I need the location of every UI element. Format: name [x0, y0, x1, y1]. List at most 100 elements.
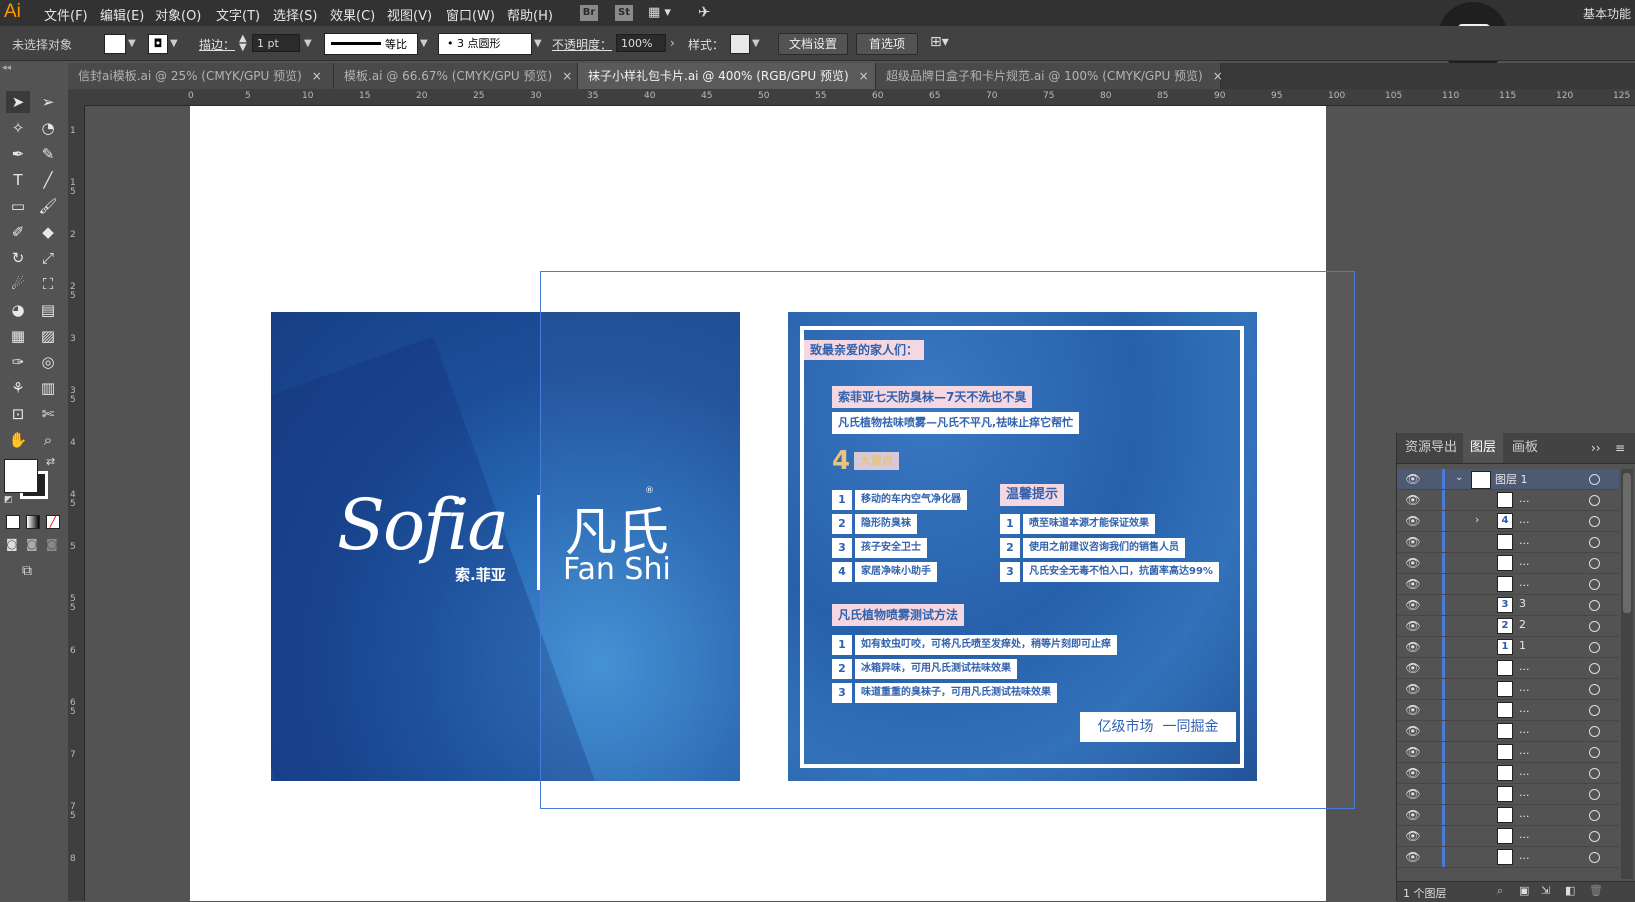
tab-socks-card[interactable]: 袜子小样礼包卡片.ai @ 400% (RGB/GPU 预览) × — [578, 63, 876, 89]
perspective-grid-tool-icon[interactable]: ▤ — [36, 299, 60, 321]
draw-inside-icon[interactable]: ◙ — [46, 537, 58, 551]
target-circle-icon[interactable] — [1589, 579, 1600, 590]
chevron-double-right-icon[interactable]: ›› — [1591, 441, 1601, 455]
eye-icon[interactable]: 👁 — [1405, 577, 1421, 591]
target-circle-icon[interactable] — [1589, 558, 1600, 569]
color-mode-icon[interactable] — [6, 515, 20, 529]
sublayer-name[interactable]: ... — [1519, 681, 1530, 694]
target-circle-icon[interactable] — [1589, 768, 1600, 779]
eye-icon[interactable]: 👁 — [1405, 745, 1421, 759]
gpu-performance-icon[interactable]: ✈ — [698, 3, 711, 21]
fill-color-box[interactable] — [4, 459, 38, 493]
layer-row-top[interactable]: 👁 ⌄ 图层 1 — [1397, 469, 1619, 490]
menu-view[interactable]: 视图(V) — [387, 5, 432, 24]
menu-file[interactable]: 文件(F) — [44, 5, 88, 24]
target-circle-icon[interactable] — [1589, 705, 1600, 716]
sublayer-name[interactable]: ... — [1519, 534, 1530, 547]
target-circle-icon[interactable] — [1589, 516, 1600, 527]
target-circle-icon[interactable] — [1589, 537, 1600, 548]
eye-icon[interactable]: 👁 — [1405, 514, 1421, 528]
screen-mode-icon[interactable]: ⧉ — [22, 563, 32, 579]
zoom-tool-icon[interactable]: ⌕ — [36, 429, 60, 451]
workspace-switcher[interactable]: 基本功能 — [1583, 5, 1631, 22]
sublayer-row[interactable]: 👁... — [1397, 553, 1619, 574]
eraser-tool-icon[interactable]: ◆ — [36, 221, 60, 243]
close-icon[interactable]: × — [1213, 69, 1223, 83]
default-colors-icon[interactable]: ◩ — [4, 495, 13, 505]
pen-tool-icon[interactable]: ✒ — [6, 143, 30, 165]
sublayer-name[interactable]: ... — [1519, 513, 1530, 526]
opacity-label[interactable]: 不透明度： — [552, 36, 612, 53]
sublayer-row[interactable]: 👁 3 3 — [1397, 595, 1619, 616]
sublayer-row[interactable]: 👁... — [1397, 742, 1619, 763]
sublayer-name[interactable]: ... — [1519, 723, 1530, 736]
target-circle-icon[interactable] — [1589, 684, 1600, 695]
trash-icon[interactable]: 🗑 — [1589, 884, 1603, 897]
eye-icon[interactable]: 👁 — [1405, 682, 1421, 696]
sublayer-name[interactable]: 2 — [1519, 618, 1526, 631]
eye-icon[interactable]: 👁 — [1405, 640, 1421, 654]
sublayer-row[interactable]: 👁... — [1397, 574, 1619, 595]
chevron-down-icon[interactable]: ▼ — [752, 38, 760, 49]
shape-builder-tool-icon[interactable]: ◕ — [6, 299, 30, 321]
eye-icon[interactable]: 👁 — [1405, 493, 1421, 507]
artboard-tool-icon[interactable]: ⊡ — [6, 403, 30, 425]
scrollbar[interactable] — [1621, 469, 1633, 879]
tab-envelope-template[interactable]: 信封ai模板.ai @ 25% (CMYK/GPU 预览) × — [68, 63, 334, 89]
curvature-tool-icon[interactable]: ✎ — [36, 143, 60, 165]
type-tool-icon[interactable]: T — [6, 169, 30, 191]
target-circle-icon[interactable] — [1589, 663, 1600, 674]
sublayer-name[interactable]: ... — [1519, 807, 1530, 820]
eye-icon[interactable]: 👁 — [1405, 787, 1421, 801]
eye-icon[interactable]: 👁 — [1405, 535, 1421, 549]
sublayer-row[interactable]: 👁... — [1397, 784, 1619, 805]
chevron-down-icon[interactable]: ▼ — [170, 38, 178, 49]
tab-brand-day-spec[interactable]: 超级品牌日盒子和卡片规范.ai @ 100% (CMYK/GPU 预览) × — [876, 63, 1223, 89]
menu-effect[interactable]: 效果(C) — [330, 5, 375, 24]
new-sublayer-icon[interactable]: ⇲ — [1541, 884, 1550, 897]
tab-asset-export[interactable]: 资源导出 — [1401, 433, 1461, 463]
variable-width-profile[interactable]: 等比 — [324, 33, 418, 55]
eye-icon[interactable]: 👁 — [1405, 850, 1421, 864]
align-icon[interactable]: ⊞▾ — [930, 34, 949, 50]
bridge-icon[interactable]: Br — [580, 5, 598, 21]
panel-menu-icon[interactable]: ≡ — [1615, 441, 1625, 455]
stock-icon[interactable]: St — [615, 5, 633, 21]
free-transform-tool-icon[interactable]: ⛶ — [36, 273, 60, 295]
sublayer-name[interactable]: ... — [1519, 849, 1530, 862]
sublayer-name[interactable]: 3 — [1519, 597, 1526, 610]
scrollbar-thumb[interactable] — [1623, 473, 1631, 613]
tab-template[interactable]: 模板.ai @ 66.67% (CMYK/GPU 预览) × — [334, 63, 578, 89]
stroke-label[interactable]: 描边： — [199, 36, 235, 53]
rectangle-tool-icon[interactable]: ▭ — [6, 195, 30, 217]
eyedropper-tool-icon[interactable]: ✑ — [6, 351, 30, 373]
eye-icon[interactable]: 👁 — [1405, 472, 1421, 486]
paintbrush-tool-icon[interactable]: 🖌 — [36, 195, 60, 217]
fill-swatch[interactable] — [104, 34, 126, 54]
sublayer-row[interactable]: 👁... — [1397, 826, 1619, 847]
menu-edit[interactable]: 编辑(E) — [100, 5, 144, 24]
warp-tool-icon[interactable]: ☄ — [6, 273, 30, 295]
eye-icon[interactable]: 👁 — [1405, 661, 1421, 675]
hand-tool-icon[interactable]: ✋ — [6, 429, 30, 451]
new-layer-icon[interactable]: ◧ — [1565, 884, 1575, 897]
eye-icon[interactable]: 👁 — [1405, 829, 1421, 843]
sublayer-row[interactable]: 👁... — [1397, 679, 1619, 700]
eye-icon[interactable]: 👁 — [1405, 619, 1421, 633]
horizontal-ruler[interactable]: 0 5 10 15 20 25 30 35 40 45 50 55 60 65 70 75 80 85 90 95 10… — [68, 89, 1635, 106]
close-icon[interactable]: × — [562, 69, 572, 83]
target-circle-icon[interactable] — [1589, 810, 1600, 821]
collapse-icon[interactable]: ◂◂ — [2, 63, 11, 73]
chevron-down-icon[interactable]: ⌄ — [1455, 472, 1463, 483]
arrange-documents-icon[interactable]: ▦ ▾ — [648, 5, 671, 20]
document-setup-button[interactable]: 文档设置 — [778, 33, 848, 55]
sublayer-row[interactable]: 👁... — [1397, 805, 1619, 826]
brush-definition[interactable]: • 3 点圆形 — [438, 33, 532, 55]
layer-name[interactable]: 图层 1 — [1495, 471, 1528, 487]
target-circle-icon[interactable] — [1589, 747, 1600, 758]
selection-bounding-box[interactable] — [540, 271, 1355, 809]
line-tool-icon[interactable]: ╱ — [36, 169, 60, 191]
swap-colors-icon[interactable]: ⇄ — [46, 455, 55, 468]
sublayer-name[interactable]: ... — [1519, 765, 1530, 778]
sublayer-name[interactable]: ... — [1519, 702, 1530, 715]
